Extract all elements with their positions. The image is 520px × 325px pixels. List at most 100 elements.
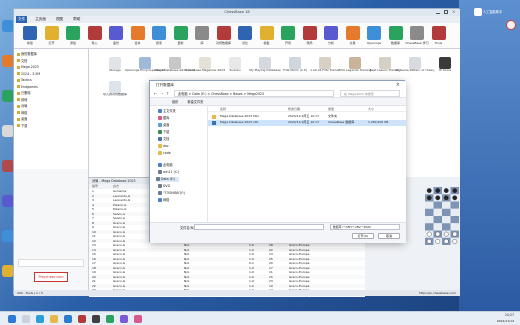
database-item[interactable]: 导入的对局数据库 — [95, 81, 135, 97]
chess-board[interactable] — [425, 187, 459, 245]
search-input[interactable]: 在 Mega2023 中搜索 — [340, 90, 400, 97]
maximize-icon[interactable] — [444, 10, 448, 14]
chess-piece[interactable] — [426, 188, 432, 193]
close-icon[interactable]: × — [452, 10, 456, 14]
ribbon-button-icon[interactable] — [410, 26, 424, 40]
nav-item[interactable]: “TOSHIBA”(F:) — [158, 191, 185, 196]
ribbon-button-icon[interactable] — [44, 26, 59, 40]
ribbon-button-icon[interactable] — [130, 26, 145, 40]
nav-item[interactable]: 主文件夹 — [158, 109, 176, 114]
ribbon-button-label[interactable]: 搜索 — [147, 41, 171, 45]
chess-piece[interactable] — [435, 231, 441, 237]
ribbon-button-icon[interactable] — [195, 26, 209, 40]
ribbon-button-label[interactable]: 数据库 — [384, 41, 408, 45]
ribbon-button-icon[interactable] — [238, 26, 252, 40]
ribbon-button-icon[interactable] — [66, 26, 80, 40]
status-url[interactable]: http://en.chessbase.com — [419, 290, 456, 296]
clock-date[interactable]: 2024/11/14 — [497, 319, 514, 323]
chess-piece[interactable] — [443, 188, 449, 193]
tree-item[interactable]: 已删除 — [17, 91, 31, 96]
edge-icon[interactable] — [36, 315, 44, 323]
board-square[interactable] — [425, 216, 434, 224]
nav-item[interactable]: DVD — [158, 184, 170, 189]
minimize-icon[interactable] — [436, 13, 440, 14]
board-square[interactable] — [442, 208, 451, 216]
ribbon-button-label[interactable]: 备份 — [104, 41, 128, 45]
chess-piece[interactable] — [452, 195, 458, 201]
tree-item[interactable]: 我的数据库 — [17, 52, 37, 57]
filetype-select[interactable]: 数据库 (*.CBH;*.CBV;*.PGN) — [330, 224, 400, 230]
ribbon-button-icon[interactable] — [23, 26, 37, 40]
ribbon-button-icon[interactable] — [109, 26, 123, 40]
ribbon-button-icon[interactable] — [431, 26, 446, 40]
chess-piece[interactable] — [435, 195, 441, 201]
board-square[interactable] — [433, 216, 443, 224]
forward-icon[interactable]: → — [160, 91, 163, 96]
chessbase-icon[interactable] — [78, 315, 86, 323]
chess-piece[interactable] — [426, 195, 432, 201]
ribbon-button-label[interactable]: 打开 — [40, 41, 64, 45]
nav-item[interactable]: doc — [158, 144, 169, 149]
board-square[interactable] — [433, 223, 443, 231]
file-row[interactable]: Mega Database 2023.cbh 2024/11/1周五 10:17 C… — [208, 120, 406, 126]
ribbon-button-icon[interactable] — [152, 26, 166, 40]
nav-item[interactable]: 此电脑 — [158, 163, 173, 168]
ribbon-button-label[interactable]: ChessBase 学习 — [405, 41, 429, 45]
tab-view[interactable]: 视图 — [54, 16, 65, 23]
tab-file[interactable]: 文件 — [16, 16, 28, 23]
tree-item[interactable]: 对局 — [17, 104, 27, 109]
ribbon-button-icon[interactable] — [345, 26, 360, 40]
nav-item[interactable]: 图库 — [158, 116, 169, 121]
col-type[interactable]: 类型 — [328, 106, 334, 112]
tree-item[interactable]: 桌面 — [17, 117, 27, 122]
ribbon-button-label[interactable]: 更新 — [169, 41, 193, 45]
ribbon-button-label[interactable]: 开局 — [276, 41, 300, 45]
column-header[interactable]: 编号 — [92, 184, 98, 189]
tab-home[interactable]: 主页面 — [33, 16, 48, 23]
app-icon[interactable] — [106, 315, 114, 323]
tree-item[interactable]: 2024 - 3.5M — [17, 72, 40, 77]
board-square[interactable] — [425, 201, 434, 209]
ribbon-button-icon[interactable] — [302, 26, 317, 40]
organize-button[interactable]: 组织 — [172, 100, 178, 104]
nav-item[interactable]: code — [158, 151, 171, 156]
tree-item[interactable]: 网络 — [17, 111, 27, 116]
ribbon-button-icon[interactable] — [367, 26, 381, 40]
board-square[interactable] — [425, 208, 434, 216]
ribbon-button-label[interactable]: 对比 — [233, 41, 257, 45]
explorer-icon[interactable] — [50, 315, 58, 323]
chess-piece[interactable] — [452, 188, 458, 193]
chess-piece[interactable] — [426, 231, 432, 237]
breadcrumb[interactable]: 此电脑 > Data (E:) > ChessBase > Bases > Me… — [174, 90, 334, 97]
open-button[interactable]: 打开(O) — [352, 233, 374, 239]
chess-piece[interactable] — [443, 195, 449, 201]
chess-piece[interactable] — [443, 238, 449, 244]
clock-time[interactable]: 10:27 — [505, 313, 514, 317]
board-square[interactable] — [433, 208, 443, 216]
board-square[interactable] — [442, 223, 451, 231]
assistant-icon[interactable] — [474, 8, 482, 16]
ribbon-button-label[interactable]: 添加 — [61, 41, 85, 45]
vscode-icon[interactable] — [64, 315, 72, 323]
filename-input[interactable] — [194, 224, 324, 230]
board-square[interactable] — [450, 223, 460, 231]
playchess-button[interactable]: Playchess.com — [34, 272, 68, 282]
chess-piece[interactable] — [435, 238, 441, 244]
board-square[interactable] — [450, 201, 460, 209]
board-square[interactable] — [450, 208, 460, 216]
board-square[interactable] — [442, 201, 451, 209]
ribbon-button-label[interactable]: 模板 — [255, 41, 279, 45]
ribbon-button-label[interactable]: 合并 — [126, 41, 150, 45]
nav-item[interactable]: 桌面 — [158, 123, 169, 128]
ribbon-button-icon[interactable] — [216, 26, 231, 40]
dialog-close-icon[interactable]: × — [396, 82, 400, 88]
ribbon-button-label[interactable]: Openings — [362, 41, 386, 45]
cancel-button[interactable]: 取消 — [378, 233, 400, 239]
ribbon-button-label[interactable]: 分析 — [319, 41, 343, 45]
app-icon[interactable] — [120, 315, 128, 323]
ribbon-button-icon[interactable] — [388, 26, 403, 40]
chess-piece[interactable] — [426, 238, 432, 244]
back-icon[interactable]: ← — [154, 91, 157, 96]
ribbon-button-label[interactable]: 新建 — [18, 41, 42, 45]
ribbon-button-label[interactable]: 导入 — [83, 41, 107, 45]
